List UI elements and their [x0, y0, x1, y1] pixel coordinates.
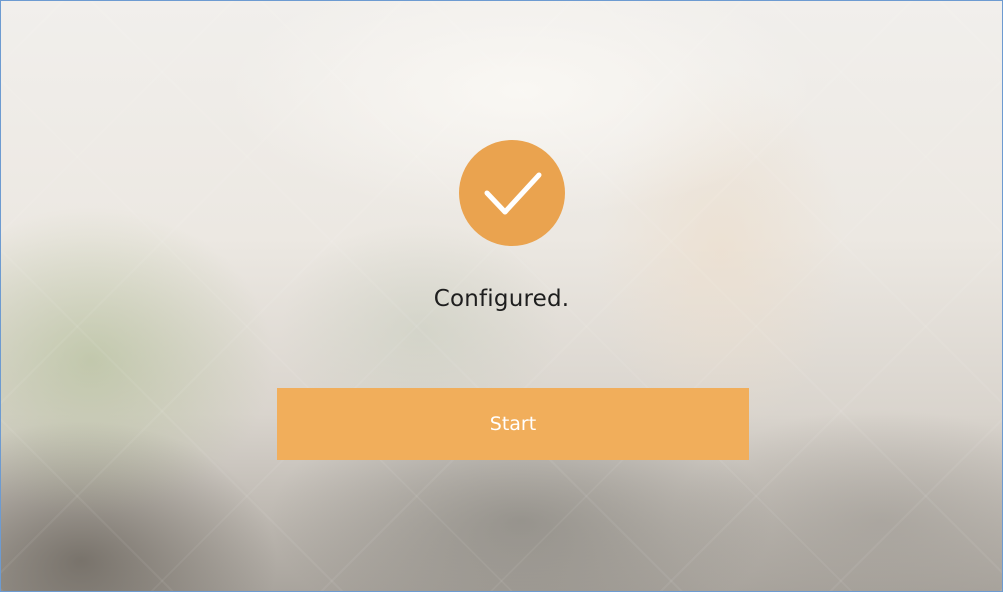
setup-complete-content: Configured. Start — [1, 1, 1002, 591]
configured-status-text: Configured. — [433, 286, 570, 312]
checkmark-circle-icon — [459, 140, 565, 246]
start-button[interactable]: Start — [277, 388, 749, 460]
setup-complete-screen: Configured. Start — [0, 0, 1003, 592]
